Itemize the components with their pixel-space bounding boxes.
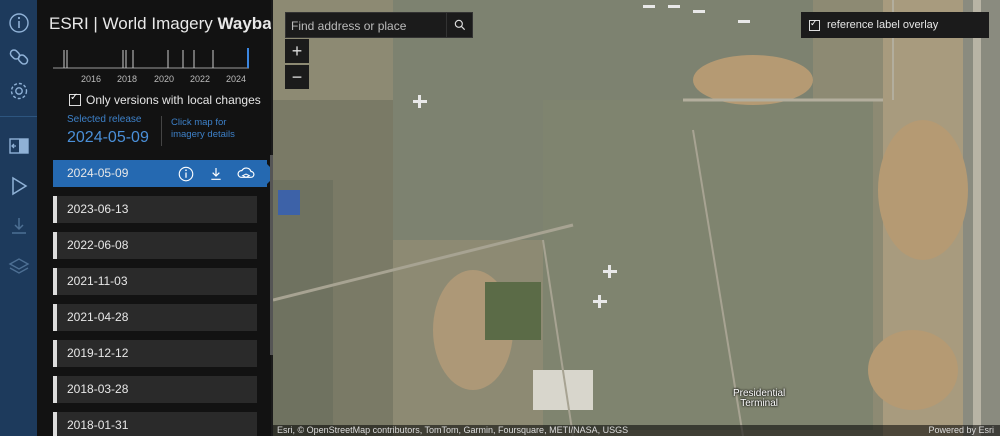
map-attribution: Esri, © OpenStreetMap contributors, TomT… <box>273 425 1000 436</box>
swipe-icon[interactable] <box>6 133 32 159</box>
layers-icon[interactable] <box>6 253 32 279</box>
release-date: 2018-01-31 <box>67 418 129 432</box>
reference-label-toggle[interactable]: reference label overlay <box>801 12 989 38</box>
link-icon[interactable] <box>6 44 32 70</box>
timeline-label: 2016 <box>81 74 102 84</box>
release-date: 2021-11-03 <box>67 274 128 288</box>
divider <box>161 116 162 146</box>
release-item[interactable]: 2018-03-28 <box>53 376 257 403</box>
release-date: 2024-05-09 <box>67 166 129 180</box>
imagery-details-hint: Click map for imagery details <box>171 117 235 140</box>
search-icon[interactable] <box>446 13 472 37</box>
release-date: 2018-03-28 <box>67 382 129 396</box>
timeline-label: 2018 <box>117 74 138 84</box>
selected-release-label: Selected release <box>67 114 142 125</box>
zoom-out-button[interactable]: − <box>285 65 309 89</box>
wayback-panel: ESRI | World Imagery Wayback 2016 2018 2… <box>37 0 271 436</box>
map-place-label: Presidential Terminal <box>733 388 786 409</box>
release-item[interactable]: 2018-01-31 <box>53 412 257 436</box>
release-item[interactable]: 2023-06-13 <box>53 196 257 223</box>
gutter-divider <box>0 116 37 117</box>
timeline-label: 2020 <box>154 74 175 84</box>
download-icon[interactable] <box>6 213 32 239</box>
release-date: 2022-06-08 <box>67 238 129 252</box>
info-icon[interactable] <box>6 10 32 36</box>
play-icon[interactable] <box>6 173 32 199</box>
checkbox-icon[interactable] <box>69 92 81 106</box>
cloud-layers-icon[interactable] <box>235 163 257 185</box>
selected-release-date: 2024-05-09 <box>67 129 149 146</box>
local-changes-checkbox[interactable]: Only versions withlocal changes <box>69 92 261 107</box>
checkbox-icon[interactable] <box>809 18 820 31</box>
satellite-map[interactable]: Presidential Terminal <box>273 0 1000 436</box>
app-title: ESRI | World Imagery Wayback <box>49 14 271 33</box>
gear-icon[interactable] <box>6 78 32 104</box>
release-date: 2023-06-13 <box>67 202 129 216</box>
release-date: 2019-12-12 <box>67 346 129 360</box>
timeline-chart[interactable]: 2016 2018 2020 2022 2024 <box>53 46 253 86</box>
release-item[interactable]: 2022-06-08 <box>53 232 257 259</box>
release-item[interactable]: 2021-11-03 <box>53 268 257 295</box>
release-item[interactable]: 2024-05-09 <box>53 160 271 187</box>
search-input[interactable] <box>286 13 453 39</box>
timeline-label: 2024 <box>226 74 247 84</box>
download-icon[interactable] <box>205 163 227 185</box>
release-item[interactable]: 2021-04-28 <box>53 304 257 331</box>
left-toolbar <box>0 0 37 436</box>
info-icon[interactable] <box>175 163 197 185</box>
release-date: 2021-04-28 <box>67 310 129 324</box>
zoom-in-button[interactable]: + <box>285 39 309 63</box>
map-search[interactable] <box>285 12 473 39</box>
timeline-label: 2022 <box>190 74 211 84</box>
release-item[interactable]: 2019-12-12 <box>53 340 257 367</box>
